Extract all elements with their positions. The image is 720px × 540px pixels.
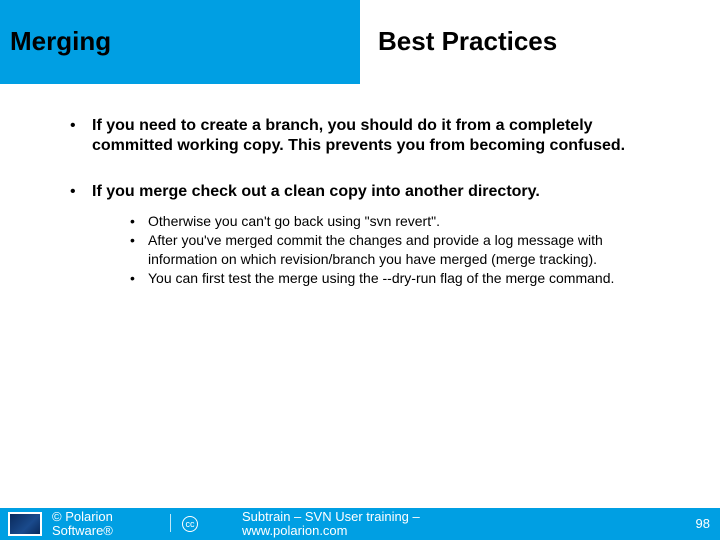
slide: Merging Best Practices • If you need to …	[0, 0, 720, 540]
copyright-line1: © Polarion	[52, 509, 113, 524]
sub-bullet-text: After you've merged commit the changes a…	[148, 231, 660, 269]
bullet-item: • If you need to create a branch, you sh…	[70, 116, 660, 156]
polarion-logo	[8, 512, 42, 536]
polarion-logo-inner	[10, 514, 40, 534]
sub-bullet-text: You can first test the merge using the -…	[148, 269, 660, 288]
slide-title-left: Merging	[10, 26, 111, 57]
bullet-marker: •	[130, 212, 148, 231]
copyright-text: © Polarion Software®	[52, 510, 113, 539]
slide-title-right: Best Practices	[378, 26, 557, 57]
bullet-marker: •	[130, 231, 148, 269]
sub-bullet-list: • Otherwise you can't go back using "svn…	[130, 212, 660, 288]
slide-footer: © Polarion Software® cc Subtrain – SVN U…	[0, 508, 720, 540]
footer-divider	[170, 514, 171, 532]
copyright-line2: Software®	[52, 523, 113, 538]
slide-content: • If you need to create a branch, you sh…	[70, 116, 660, 314]
page-number: 98	[696, 516, 710, 531]
bullet-text: If you need to create a branch, you shou…	[92, 116, 660, 156]
cc-icon: cc	[182, 516, 198, 532]
bullet-marker: •	[70, 182, 92, 202]
footer-subtrain: Subtrain – SVN User training – www.polar…	[242, 510, 420, 539]
sub-bullet-item: • You can first test the merge using the…	[130, 269, 660, 288]
sub-bullet-text: Otherwise you can't go back using "svn r…	[148, 212, 660, 231]
bullet-text: If you merge check out a clean copy into…	[92, 182, 660, 202]
subtrain-line2: www.polarion.com	[242, 523, 348, 538]
sub-bullet-item: • After you've merged commit the changes…	[130, 231, 660, 269]
bullet-item: • If you merge check out a clean copy in…	[70, 182, 660, 202]
slide-header: Merging Best Practices	[0, 0, 720, 84]
bullet-marker: •	[130, 269, 148, 288]
subtrain-line1: Subtrain – SVN User training –	[242, 509, 420, 524]
sub-bullet-item: • Otherwise you can't go back using "svn…	[130, 212, 660, 231]
bullet-marker: •	[70, 116, 92, 156]
